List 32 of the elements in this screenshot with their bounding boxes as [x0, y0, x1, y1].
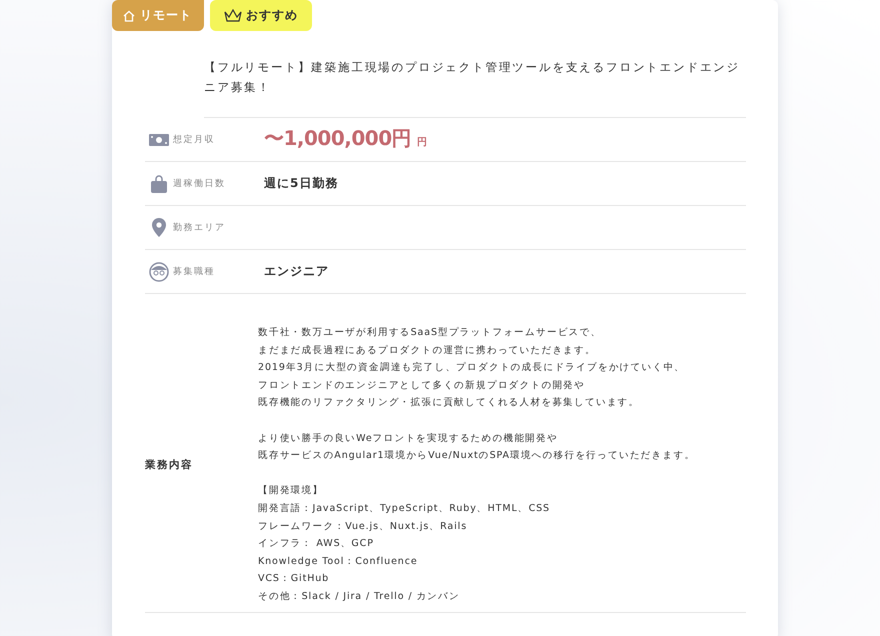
- salary-unit: 円: [417, 136, 428, 149]
- info-label: 募集職種: [173, 266, 216, 278]
- description-line: まだまだ成長過程にあるプロダクトの運営に携わっていただきます。: [258, 344, 597, 358]
- tag-label: リモート: [140, 7, 192, 24]
- person-icon: [149, 262, 169, 282]
- description-line: より使い勝手の良いWeフロントを実現するための機能開発や: [258, 432, 559, 446]
- description-line: VCS：GitHub: [258, 572, 330, 586]
- description-line: 【開発環境】: [258, 484, 324, 498]
- info-label: 想定月収: [173, 134, 216, 146]
- info-value: 週に5日勤務: [264, 175, 338, 192]
- house-icon: [122, 8, 136, 22]
- location-pin-icon: [152, 218, 166, 237]
- description-line: フロントエンドのエンジニアとして多くの新規プロダクトの開発や: [258, 378, 586, 393]
- salary-value: 〜1,000,000円: [264, 125, 412, 152]
- description-line: 開発言語：JavaScript、TypeScript、Ruby、HTML、CSS: [258, 502, 551, 516]
- crown-icon: [224, 9, 242, 22]
- description-line: その他：Slack / Jira / Trello / カンバン: [258, 590, 461, 604]
- description-line: フレームワーク：Vue.js、Nuxt.js、Rails: [258, 520, 468, 534]
- bag-icon: [151, 174, 167, 192]
- info-value: エンジニア: [264, 263, 329, 280]
- tag-label: おすすめ: [246, 7, 298, 24]
- description-line: 既存機能のリファクタリング・拡張に貢献してくれる人材を募集しています。: [258, 396, 640, 410]
- description-line: 数千社・数万ユーザが利用するSaaS型プラットフォームサービスで、: [258, 326, 602, 340]
- section-label: 業務内容: [145, 458, 194, 472]
- info-label: 勤務エリア: [173, 222, 226, 234]
- description-line: Knowledge Tool：Confluence: [258, 554, 419, 569]
- info-label: 週稼働日数: [173, 178, 226, 190]
- banknote-icon: [149, 132, 169, 146]
- description-line: 2019年3月に大型の資金調達も完了し、プロダクトの成長にドライブをかけていく中、: [258, 361, 686, 376]
- job-title: 【フルリモート】建築施工現場のプロジェクト管理ツールを支えるフロントエンドエンジニア募集！: [204, 57, 746, 118]
- description-line: 既存サービスのAngular1環境からVue/NuxtのSPA環境への移行を行っていただきます。: [258, 449, 696, 464]
- description-line: インフラ： AWS、GCP: [258, 537, 375, 552]
